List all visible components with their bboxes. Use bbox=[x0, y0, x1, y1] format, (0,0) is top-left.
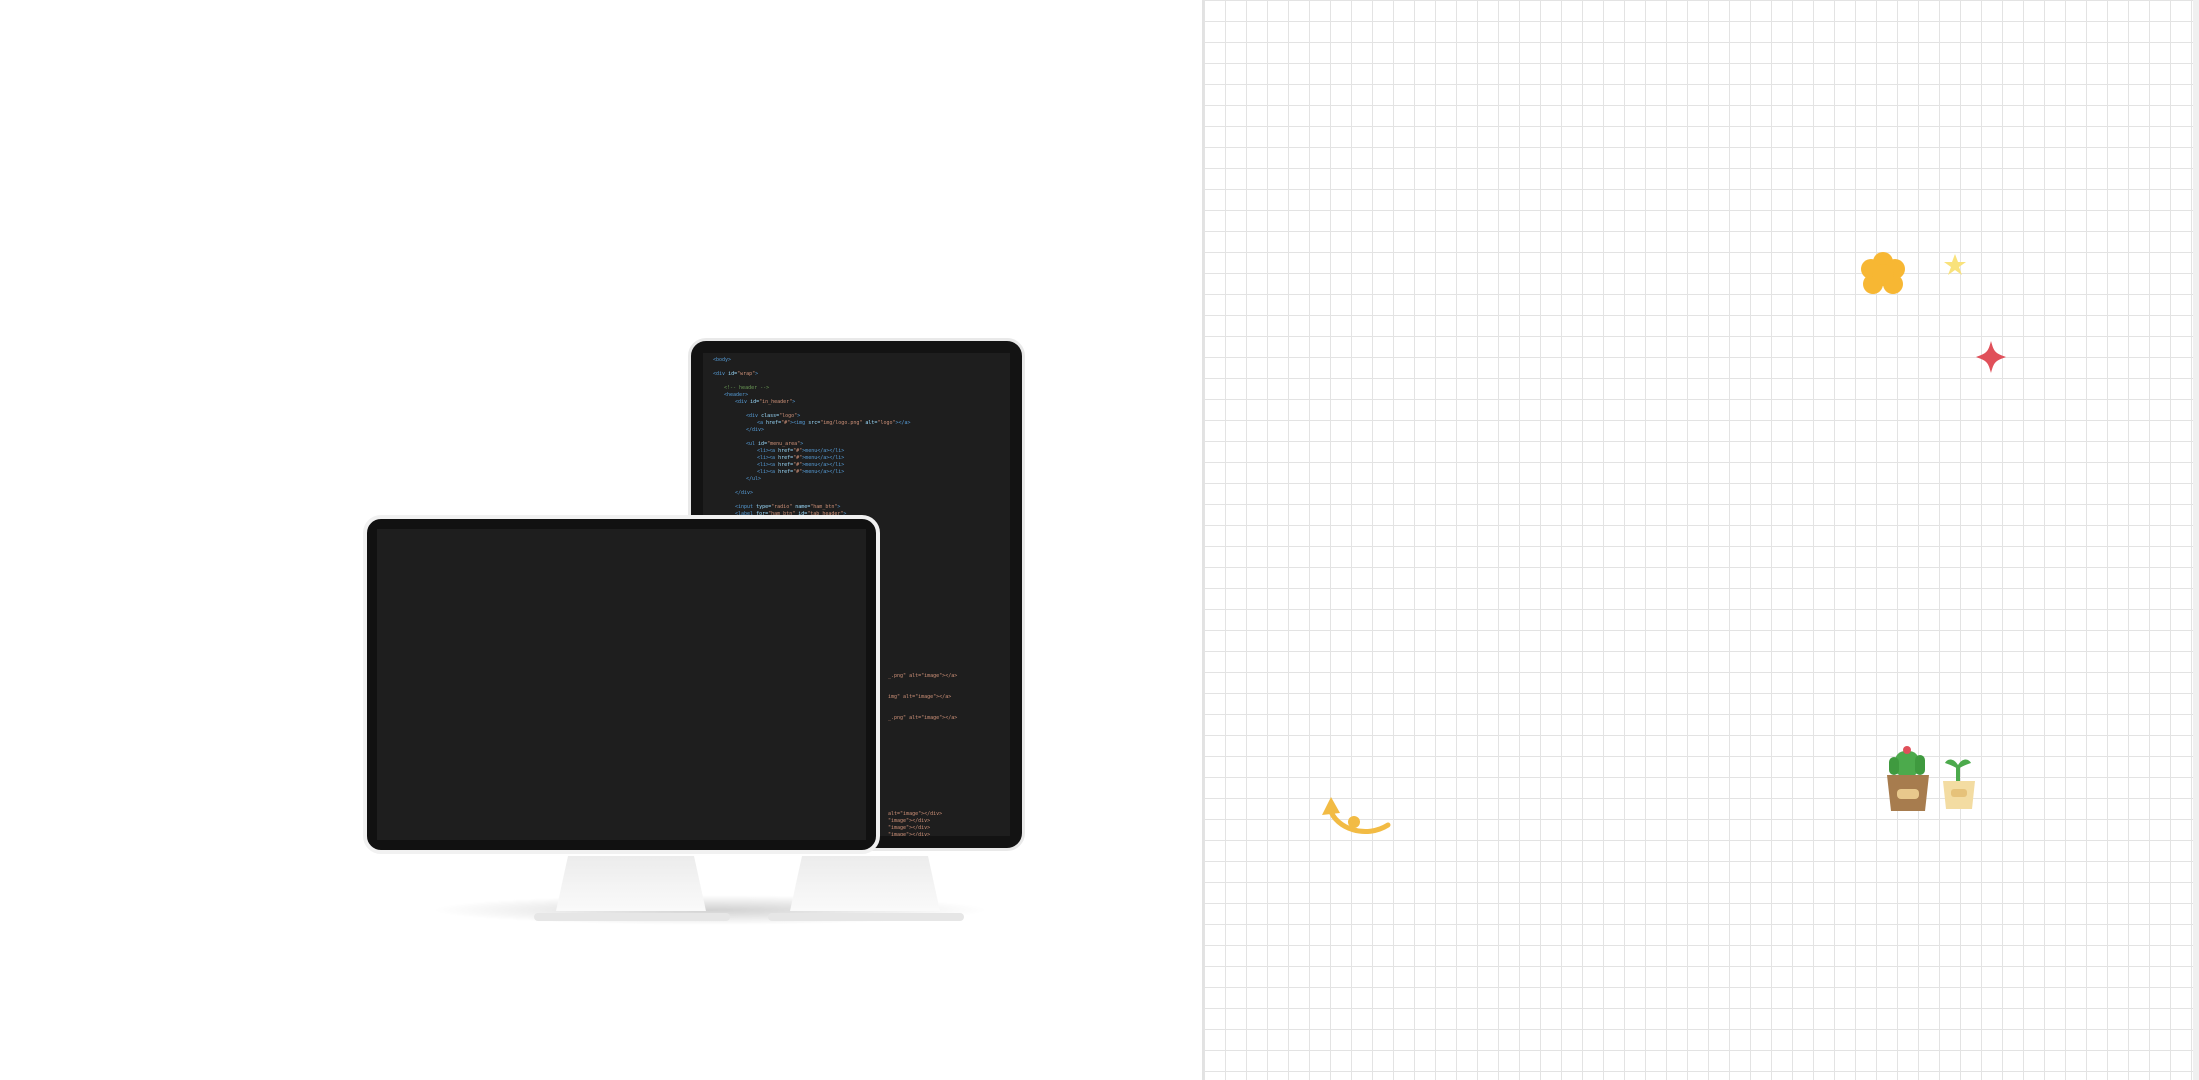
code-tail-line: "image"></div> bbox=[888, 825, 931, 831]
flower-icon bbox=[1861, 252, 1905, 294]
code-token: > bbox=[792, 399, 796, 405]
code-token: > bbox=[800, 441, 804, 447]
code-token: <li><a bbox=[757, 469, 779, 475]
code-line: <li><a href="#">menu</a></li> bbox=[713, 448, 911, 455]
front-monitor-base bbox=[534, 913, 730, 921]
code-line: <body> bbox=[713, 357, 911, 364]
code-token: id= bbox=[758, 441, 768, 447]
mockup-canvas: <body> <div id="wrap"> <!-- header --> <hea… bbox=[0, 0, 1202, 1080]
code-token: "#" bbox=[793, 455, 803, 461]
code-tail-line: "image"></div> bbox=[888, 818, 931, 824]
code-line: <!-- header --> bbox=[713, 385, 911, 392]
code-token: "logo" bbox=[779, 413, 798, 419]
code-line: <div class="logo"> bbox=[713, 413, 911, 420]
code-token: <!-- header --> bbox=[724, 385, 770, 391]
code-token: alt= bbox=[862, 420, 878, 426]
cactus-pots-icon bbox=[1887, 746, 1975, 811]
code-token: "in_header" bbox=[759, 399, 793, 405]
star-icon bbox=[1944, 254, 1966, 275]
code-token: <li><a bbox=[757, 455, 779, 461]
code-token: "ham_btn" bbox=[810, 504, 838, 510]
code-token: id= bbox=[750, 399, 760, 405]
code-token: <body> bbox=[713, 357, 732, 363]
code-token: "radio" bbox=[771, 504, 793, 510]
back-monitor-base bbox=[768, 913, 964, 921]
code-token: >menu</a></li> bbox=[802, 448, 845, 454]
code-token: "#" bbox=[793, 448, 803, 454]
back-monitor-stand bbox=[790, 856, 940, 911]
code-token: <div bbox=[713, 371, 729, 377]
front-monitor-stand bbox=[556, 856, 706, 911]
front-monitor-screen bbox=[377, 529, 866, 840]
code-tail-line: _.png" alt="image"></a> bbox=[888, 673, 958, 679]
code-token: "wrap" bbox=[737, 371, 756, 377]
code-token: name= bbox=[792, 504, 811, 510]
code-token: href= bbox=[778, 448, 794, 454]
code-token: id= bbox=[728, 371, 738, 377]
code-token: </div> bbox=[746, 427, 765, 433]
code-tail-line: _.png" alt="image"></a> bbox=[888, 715, 958, 721]
code-token: type= bbox=[756, 504, 772, 510]
code-token: "#" bbox=[781, 420, 791, 426]
code-line: <li><a href="#">menu</a></li> bbox=[713, 462, 911, 469]
code-line: <li><a href="#">menu</a></li> bbox=[713, 469, 911, 476]
code-line: <a href="#"><img src="img/logo.png" alt=… bbox=[713, 420, 911, 427]
curved-arrow-icon bbox=[1322, 797, 1391, 835]
front-monitor bbox=[363, 515, 880, 854]
code-token: <input bbox=[735, 504, 757, 510]
code-token: </div> bbox=[735, 490, 754, 496]
code-token: </ul> bbox=[746, 476, 762, 482]
code-line: <li><a href="#">menu</a></li> bbox=[713, 455, 911, 462]
code-token: href= bbox=[778, 455, 794, 461]
code-line: <header> bbox=[713, 392, 911, 399]
code-token: href= bbox=[778, 462, 794, 468]
code-token: >menu</a></li> bbox=[802, 455, 845, 461]
code-line: </div> bbox=[713, 490, 911, 497]
code-tail-line: img" alt="image"></a> bbox=[888, 694, 952, 700]
code-token: > bbox=[797, 413, 801, 419]
code-token: "logo" bbox=[877, 420, 896, 426]
code-token: <a bbox=[757, 420, 767, 426]
code-token: <div bbox=[746, 413, 762, 419]
code-token: <li><a bbox=[757, 448, 779, 454]
code-line: <ul id="menu_area"> bbox=[713, 441, 911, 448]
code-token: > bbox=[755, 371, 759, 377]
grid-paper-background bbox=[1204, 0, 2199, 1080]
code-tail-line: "image"></div> bbox=[888, 832, 931, 836]
code-token: class= bbox=[761, 413, 780, 419]
code-line: </ul> bbox=[713, 476, 911, 483]
code-token: <li><a bbox=[757, 462, 779, 468]
code-token: href= bbox=[778, 469, 794, 475]
code-token: <div bbox=[735, 399, 751, 405]
code-line: <input type="radio" name="ham_btn"> bbox=[713, 504, 911, 511]
code-token: src= bbox=[808, 420, 821, 426]
code-token: <ul bbox=[746, 441, 759, 447]
code-line: <div id="wrap"> bbox=[713, 371, 911, 378]
code-token: >menu</a></li> bbox=[802, 469, 845, 475]
code-token: ></a> bbox=[895, 420, 911, 426]
code-token: "menu_area" bbox=[767, 441, 801, 447]
code-token: "#" bbox=[793, 462, 803, 468]
code-editor-text: <body> <div id="wrap"> <!-- header --> <hea… bbox=[713, 357, 911, 518]
code-token: href= bbox=[766, 420, 782, 426]
sparkle-icon bbox=[1976, 341, 2006, 373]
code-token: ><img bbox=[790, 420, 809, 426]
code-token: "img/logo.png" bbox=[820, 420, 863, 426]
code-token: > bbox=[837, 504, 841, 510]
code-line: </div> bbox=[713, 427, 911, 434]
code-token: <header> bbox=[724, 392, 749, 398]
code-token: >menu</a></li> bbox=[802, 462, 845, 468]
code-tail-line: alt="image"></div> bbox=[888, 811, 943, 817]
code-line: <div id="in_header"> bbox=[713, 399, 911, 406]
grid-edge bbox=[2193, 0, 2199, 1080]
code-token: "#" bbox=[793, 469, 803, 475]
